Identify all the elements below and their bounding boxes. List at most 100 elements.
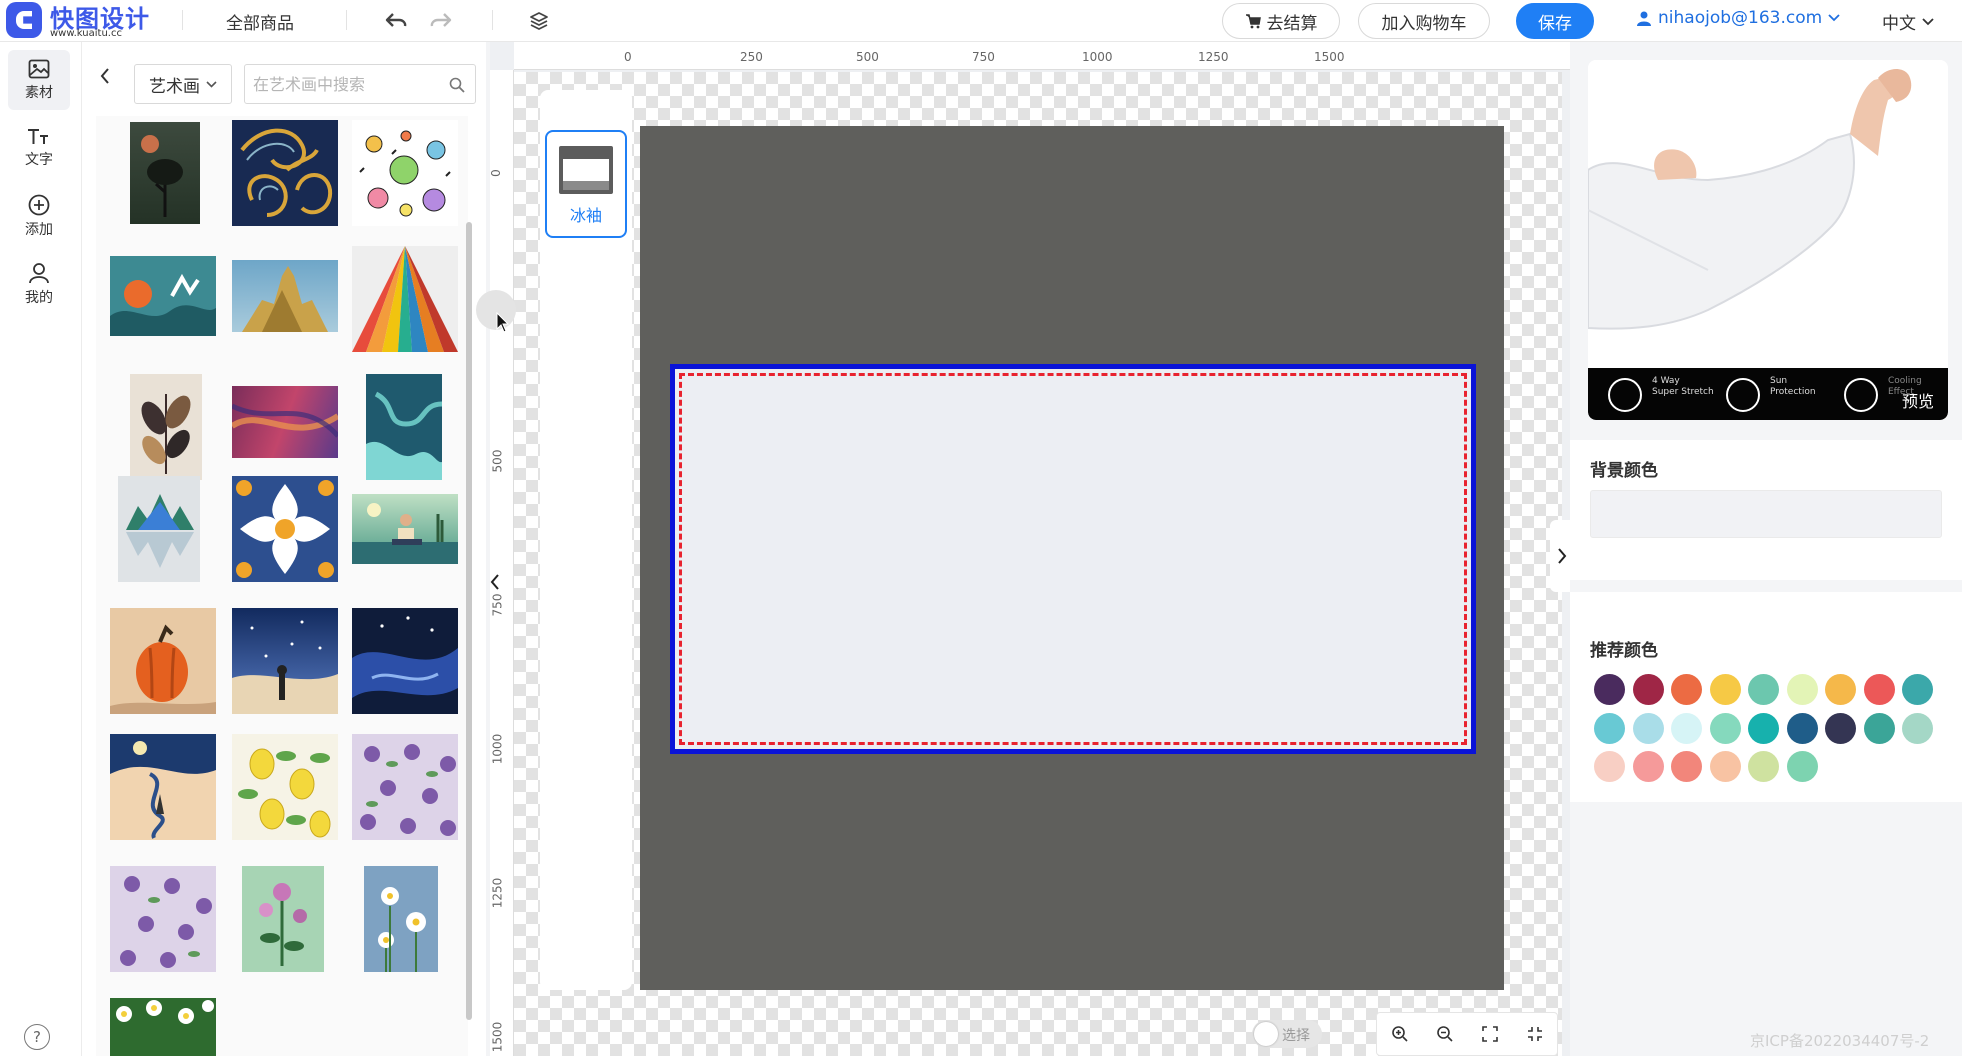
- rail-item-mine[interactable]: 我的: [8, 254, 70, 314]
- color-swatch[interactable]: [1863, 712, 1895, 744]
- color-swatch[interactable]: [1902, 712, 1933, 744]
- add-to-cart-label: 加入购物车: [1381, 13, 1467, 34]
- ruler-v-label: 0: [490, 169, 503, 177]
- back-icon[interactable]: [100, 68, 110, 88]
- color-swatch[interactable]: [1902, 674, 1933, 705]
- asset-thumbnail[interactable]: [352, 734, 458, 840]
- logo-icon[interactable]: [6, 2, 42, 38]
- color-swatch[interactable]: [1863, 674, 1895, 705]
- color-swatch[interactable]: [1594, 674, 1625, 705]
- fit-screen-icon[interactable]: [1470, 1014, 1510, 1054]
- user-menu[interactable]: nihaojob@163.com: [1636, 8, 1840, 28]
- asset-thumbnail[interactable]: [366, 374, 442, 480]
- header-divider: [346, 10, 347, 30]
- color-swatch[interactable]: [1748, 751, 1779, 782]
- language-select[interactable]: 中文: [1882, 9, 1934, 34]
- chevron-right-icon: [1558, 548, 1567, 564]
- section-title: 推荐颜色: [1590, 641, 1658, 661]
- help-icon[interactable]: ?: [24, 1024, 50, 1050]
- redo-icon[interactable]: [426, 6, 456, 36]
- asset-thumbnail[interactable]: [232, 120, 338, 226]
- color-swatch[interactable]: [1632, 674, 1664, 705]
- asset-thumbnail[interactable]: [110, 998, 216, 1056]
- asset-thumbnail[interactable]: [352, 494, 458, 564]
- color-swatch[interactable]: [1632, 751, 1664, 782]
- select-toggle[interactable]: 选择: [1252, 1020, 1322, 1048]
- all-products-link[interactable]: 全部商品: [226, 9, 294, 34]
- asset-thumbnail[interactable]: [232, 476, 338, 582]
- asset-thumbnail[interactable]: [232, 260, 338, 332]
- preview-tag[interactable]: 预览: [1902, 388, 1934, 412]
- asset-thumbnail[interactable]: [352, 246, 458, 352]
- asset-thumbnail[interactable]: [232, 734, 338, 840]
- color-swatch[interactable]: [1671, 712, 1702, 744]
- rail-item-text[interactable]: 文字: [8, 118, 70, 178]
- ruler-h-label: 750: [972, 50, 995, 64]
- background-color-field[interactable]: [1590, 490, 1942, 538]
- product-item-sleeve[interactable]: 冰袖: [545, 130, 627, 238]
- sun-icon: [1726, 378, 1760, 412]
- ruler-h-label: 0: [624, 50, 632, 64]
- chevron-down-icon: [1828, 14, 1840, 22]
- color-swatch[interactable]: [1671, 751, 1702, 782]
- color-swatch[interactable]: [1825, 674, 1856, 705]
- asset-thumbnail[interactable]: [110, 608, 216, 714]
- color-swatch[interactable]: [1786, 674, 1818, 705]
- print-area[interactable]: [670, 364, 1476, 754]
- save-label: 保存: [1538, 13, 1572, 34]
- recommended-colors-section: 推荐颜色: [1570, 592, 1962, 802]
- search-input[interactable]: [253, 73, 443, 95]
- add-to-cart-button[interactable]: 加入购物车: [1358, 3, 1490, 39]
- color-swatch[interactable]: [1594, 751, 1625, 782]
- asset-thumbnail[interactable]: [232, 386, 338, 458]
- ruler-v-label: 1000: [490, 733, 505, 765]
- asset-thumbnail[interactable]: [118, 476, 200, 582]
- user-icon: [1637, 11, 1651, 26]
- color-swatch[interactable]: [1671, 674, 1702, 705]
- asset-thumbnail[interactable]: [232, 608, 338, 714]
- color-swatch[interactable]: [1748, 674, 1779, 705]
- product-label: 冰袖: [569, 206, 602, 225]
- asset-thumbnail[interactable]: [364, 866, 438, 972]
- rail-item-label: 添加: [25, 221, 53, 238]
- color-swatch[interactable]: [1709, 712, 1741, 744]
- asset-thumbnail[interactable]: [352, 120, 458, 226]
- zoom-in-icon[interactable]: [1380, 1014, 1420, 1054]
- color-swatch[interactable]: [1709, 674, 1741, 705]
- rail-item-materials[interactable]: 素材: [8, 50, 70, 110]
- color-swatch[interactable]: [1786, 712, 1818, 744]
- color-swatch[interactable]: [1632, 712, 1664, 744]
- rail-item-add[interactable]: 添加: [8, 186, 70, 246]
- actual-size-icon[interactable]: [1515, 1014, 1555, 1054]
- asset-thumbnail[interactable]: [242, 866, 324, 972]
- ruler-v-label: 1250: [490, 877, 505, 909]
- layers-icon[interactable]: [524, 6, 554, 36]
- safe-zone-outline: [679, 373, 1467, 745]
- category-select[interactable]: 艺术画: [134, 64, 232, 104]
- search-icon[interactable]: [449, 77, 465, 93]
- icp-footer[interactable]: 京ICP备2022034407号-2: [1750, 1030, 1929, 1051]
- ruler-v-label: 500: [490, 449, 505, 473]
- user-email: nihaojob@163.com: [1658, 8, 1823, 28]
- color-swatch[interactable]: [1748, 712, 1779, 744]
- text-icon: [28, 128, 48, 144]
- undo-icon[interactable]: [381, 6, 411, 36]
- chevron-left-icon[interactable]: [490, 574, 500, 594]
- color-swatch[interactable]: [1786, 751, 1818, 782]
- asset-thumbnail[interactable]: [352, 608, 458, 714]
- product-preview[interactable]: 4 Way Super Stretch Sun Protection Cooli…: [1588, 60, 1948, 420]
- zoom-out-icon[interactable]: [1425, 1014, 1465, 1054]
- save-button[interactable]: 保存: [1516, 3, 1594, 39]
- asset-thumbnail[interactable]: [130, 374, 202, 480]
- asset-thumbnail[interactable]: [110, 256, 216, 336]
- asset-thumbnail[interactable]: [130, 122, 200, 224]
- checkout-button[interactable]: 去结算: [1222, 3, 1340, 39]
- chevron-down-icon: [1922, 17, 1934, 25]
- color-swatch[interactable]: [1594, 712, 1625, 744]
- color-swatch[interactable]: [1709, 751, 1741, 782]
- panel-scrollbar[interactable]: [466, 222, 472, 1020]
- sleeve-thumbnail-icon: [559, 146, 613, 194]
- asset-thumbnail[interactable]: [110, 866, 216, 972]
- color-swatch[interactable]: [1825, 712, 1856, 744]
- asset-thumbnail[interactable]: [110, 734, 216, 840]
